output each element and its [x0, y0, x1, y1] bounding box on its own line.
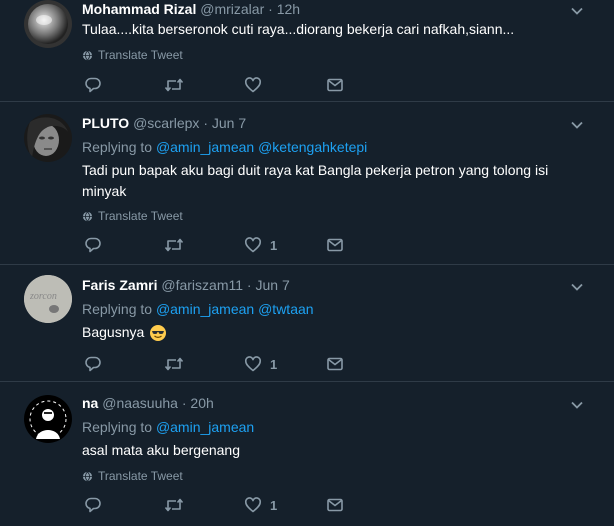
reply-button[interactable]	[84, 355, 102, 373]
mention-link[interactable]: @amin_jamean	[156, 139, 254, 155]
retweet-icon	[164, 498, 184, 512]
reply-icon	[85, 77, 101, 93]
globe-icon	[82, 50, 93, 60]
display-name[interactable]: Mohammad Rizal	[82, 1, 196, 17]
tweet-card[interactable]: na @naasuuha · 20h Replying to @amin_jam…	[0, 382, 614, 526]
reply-icon	[85, 356, 101, 372]
avatar[interactable]	[24, 0, 72, 48]
tweet-timestamp[interactable]: 20h	[190, 395, 213, 411]
like-button[interactable]: 1	[244, 496, 277, 514]
translate-tweet-link[interactable]: Translate Tweet	[82, 208, 183, 224]
reply-button[interactable]	[84, 496, 102, 514]
heart-icon	[245, 356, 261, 372]
translate-label: Translate Tweet	[98, 48, 183, 62]
direct-message-button[interactable]	[326, 355, 344, 373]
retweet-icon	[164, 357, 184, 371]
user-handle[interactable]: @naasuuha	[102, 395, 178, 411]
retweet-icon	[164, 238, 184, 252]
avatar[interactable]	[24, 395, 72, 443]
tweet-timestamp[interactable]: Jun 7	[212, 115, 246, 131]
tweet-card[interactable]: PLUTO @scarlepx · Jun 7 Replying to @ami…	[0, 102, 614, 265]
translate-tweet-link[interactable]: Translate Tweet	[82, 47, 183, 63]
like-button[interactable]	[244, 76, 270, 94]
envelope-icon	[327, 78, 343, 92]
globe-icon	[82, 471, 93, 481]
tweet-timestamp[interactable]: 12h	[277, 1, 300, 17]
retweet-button[interactable]	[164, 496, 184, 514]
tweet-text: Tadi pun bapak aku bagi duit raya kat Ba…	[82, 162, 549, 199]
chevron-down-icon[interactable]	[570, 280, 584, 294]
user-handle[interactable]: @mrizalar	[200, 1, 264, 17]
svg-text:zorcon: zorcon	[29, 291, 57, 302]
user-handle[interactable]: @fariszam11	[161, 277, 243, 293]
chevron-down-icon[interactable]	[570, 4, 584, 18]
smiling-face-with-sunglasses-emoji	[150, 324, 167, 341]
separator-dot: ·	[268, 1, 273, 17]
retweet-button[interactable]	[164, 76, 184, 94]
replying-to: Replying to @amin_jamean @twtaan	[82, 300, 314, 318]
tweet-text: Tulaa....kita berseronok cuti raya...dio…	[82, 21, 515, 37]
tweet-card[interactable]: Mohammad Rizal @mrizalar · 12h Tulaa....…	[0, 0, 614, 102]
separator-dot: ·	[181, 395, 187, 411]
retweet-button[interactable]	[164, 355, 184, 373]
separator-dot: ·	[246, 277, 252, 293]
globe-icon	[82, 211, 93, 221]
replying-to-label: Replying to	[82, 301, 153, 317]
direct-message-button[interactable]	[326, 496, 344, 514]
reply-icon	[85, 497, 101, 513]
like-button[interactable]: 1	[244, 236, 277, 254]
heart-icon	[245, 497, 261, 513]
tweet-text: Bagusnya	[82, 324, 145, 340]
chevron-down-icon[interactable]	[570, 398, 584, 412]
avatar[interactable]	[24, 114, 72, 162]
replying-to-label: Replying to	[82, 419, 153, 435]
retweet-icon	[164, 78, 184, 92]
heart-icon	[245, 77, 261, 93]
reply-icon	[85, 237, 101, 253]
translate-tweet-link[interactable]: Translate Tweet	[82, 468, 183, 484]
reply-button[interactable]	[84, 76, 102, 94]
tweet-card[interactable]: zorcon Faris Zamri @fariszam11 · Jun 7 R…	[0, 265, 614, 382]
retweet-button[interactable]	[164, 236, 184, 254]
replying-to-label: Replying to	[82, 139, 153, 155]
mention-link[interactable]: @ketengahketepi	[258, 139, 367, 155]
envelope-icon	[327, 357, 343, 371]
tweet-text-container: Bagusnya	[82, 322, 582, 343]
tweet-text: asal mata aku bergenang	[82, 442, 240, 458]
reply-button[interactable]	[84, 236, 102, 254]
envelope-icon	[327, 238, 343, 252]
mention-link[interactable]: @amin_jamean	[156, 301, 254, 317]
like-count: 1	[270, 497, 278, 513]
display-name[interactable]: Faris Zamri	[82, 277, 157, 293]
mention-link[interactable]: @twtaan	[258, 301, 313, 317]
replying-to: Replying to @amin_jamean	[82, 418, 254, 436]
display-name[interactable]: PLUTO	[82, 115, 129, 131]
chevron-down-icon[interactable]	[570, 118, 584, 132]
like-count: 1	[270, 356, 278, 372]
direct-message-button[interactable]	[326, 76, 344, 94]
envelope-icon	[327, 498, 343, 512]
heart-icon	[245, 237, 261, 253]
separator-dot: ·	[203, 115, 208, 131]
translate-label: Translate Tweet	[98, 469, 183, 483]
like-count: 1	[270, 237, 278, 253]
translate-label: Translate Tweet	[98, 209, 183, 223]
mention-link[interactable]: @amin_jamean	[156, 419, 254, 435]
direct-message-button[interactable]	[326, 236, 344, 254]
tweet-timestamp[interactable]: Jun 7	[255, 277, 289, 293]
replying-to: Replying to @amin_jamean @ketengahketepi	[82, 138, 367, 156]
user-handle[interactable]: @scarlepx	[133, 115, 199, 131]
display-name[interactable]: na	[82, 395, 98, 411]
like-button[interactable]: 1	[244, 355, 277, 373]
avatar[interactable]: zorcon	[24, 275, 72, 323]
